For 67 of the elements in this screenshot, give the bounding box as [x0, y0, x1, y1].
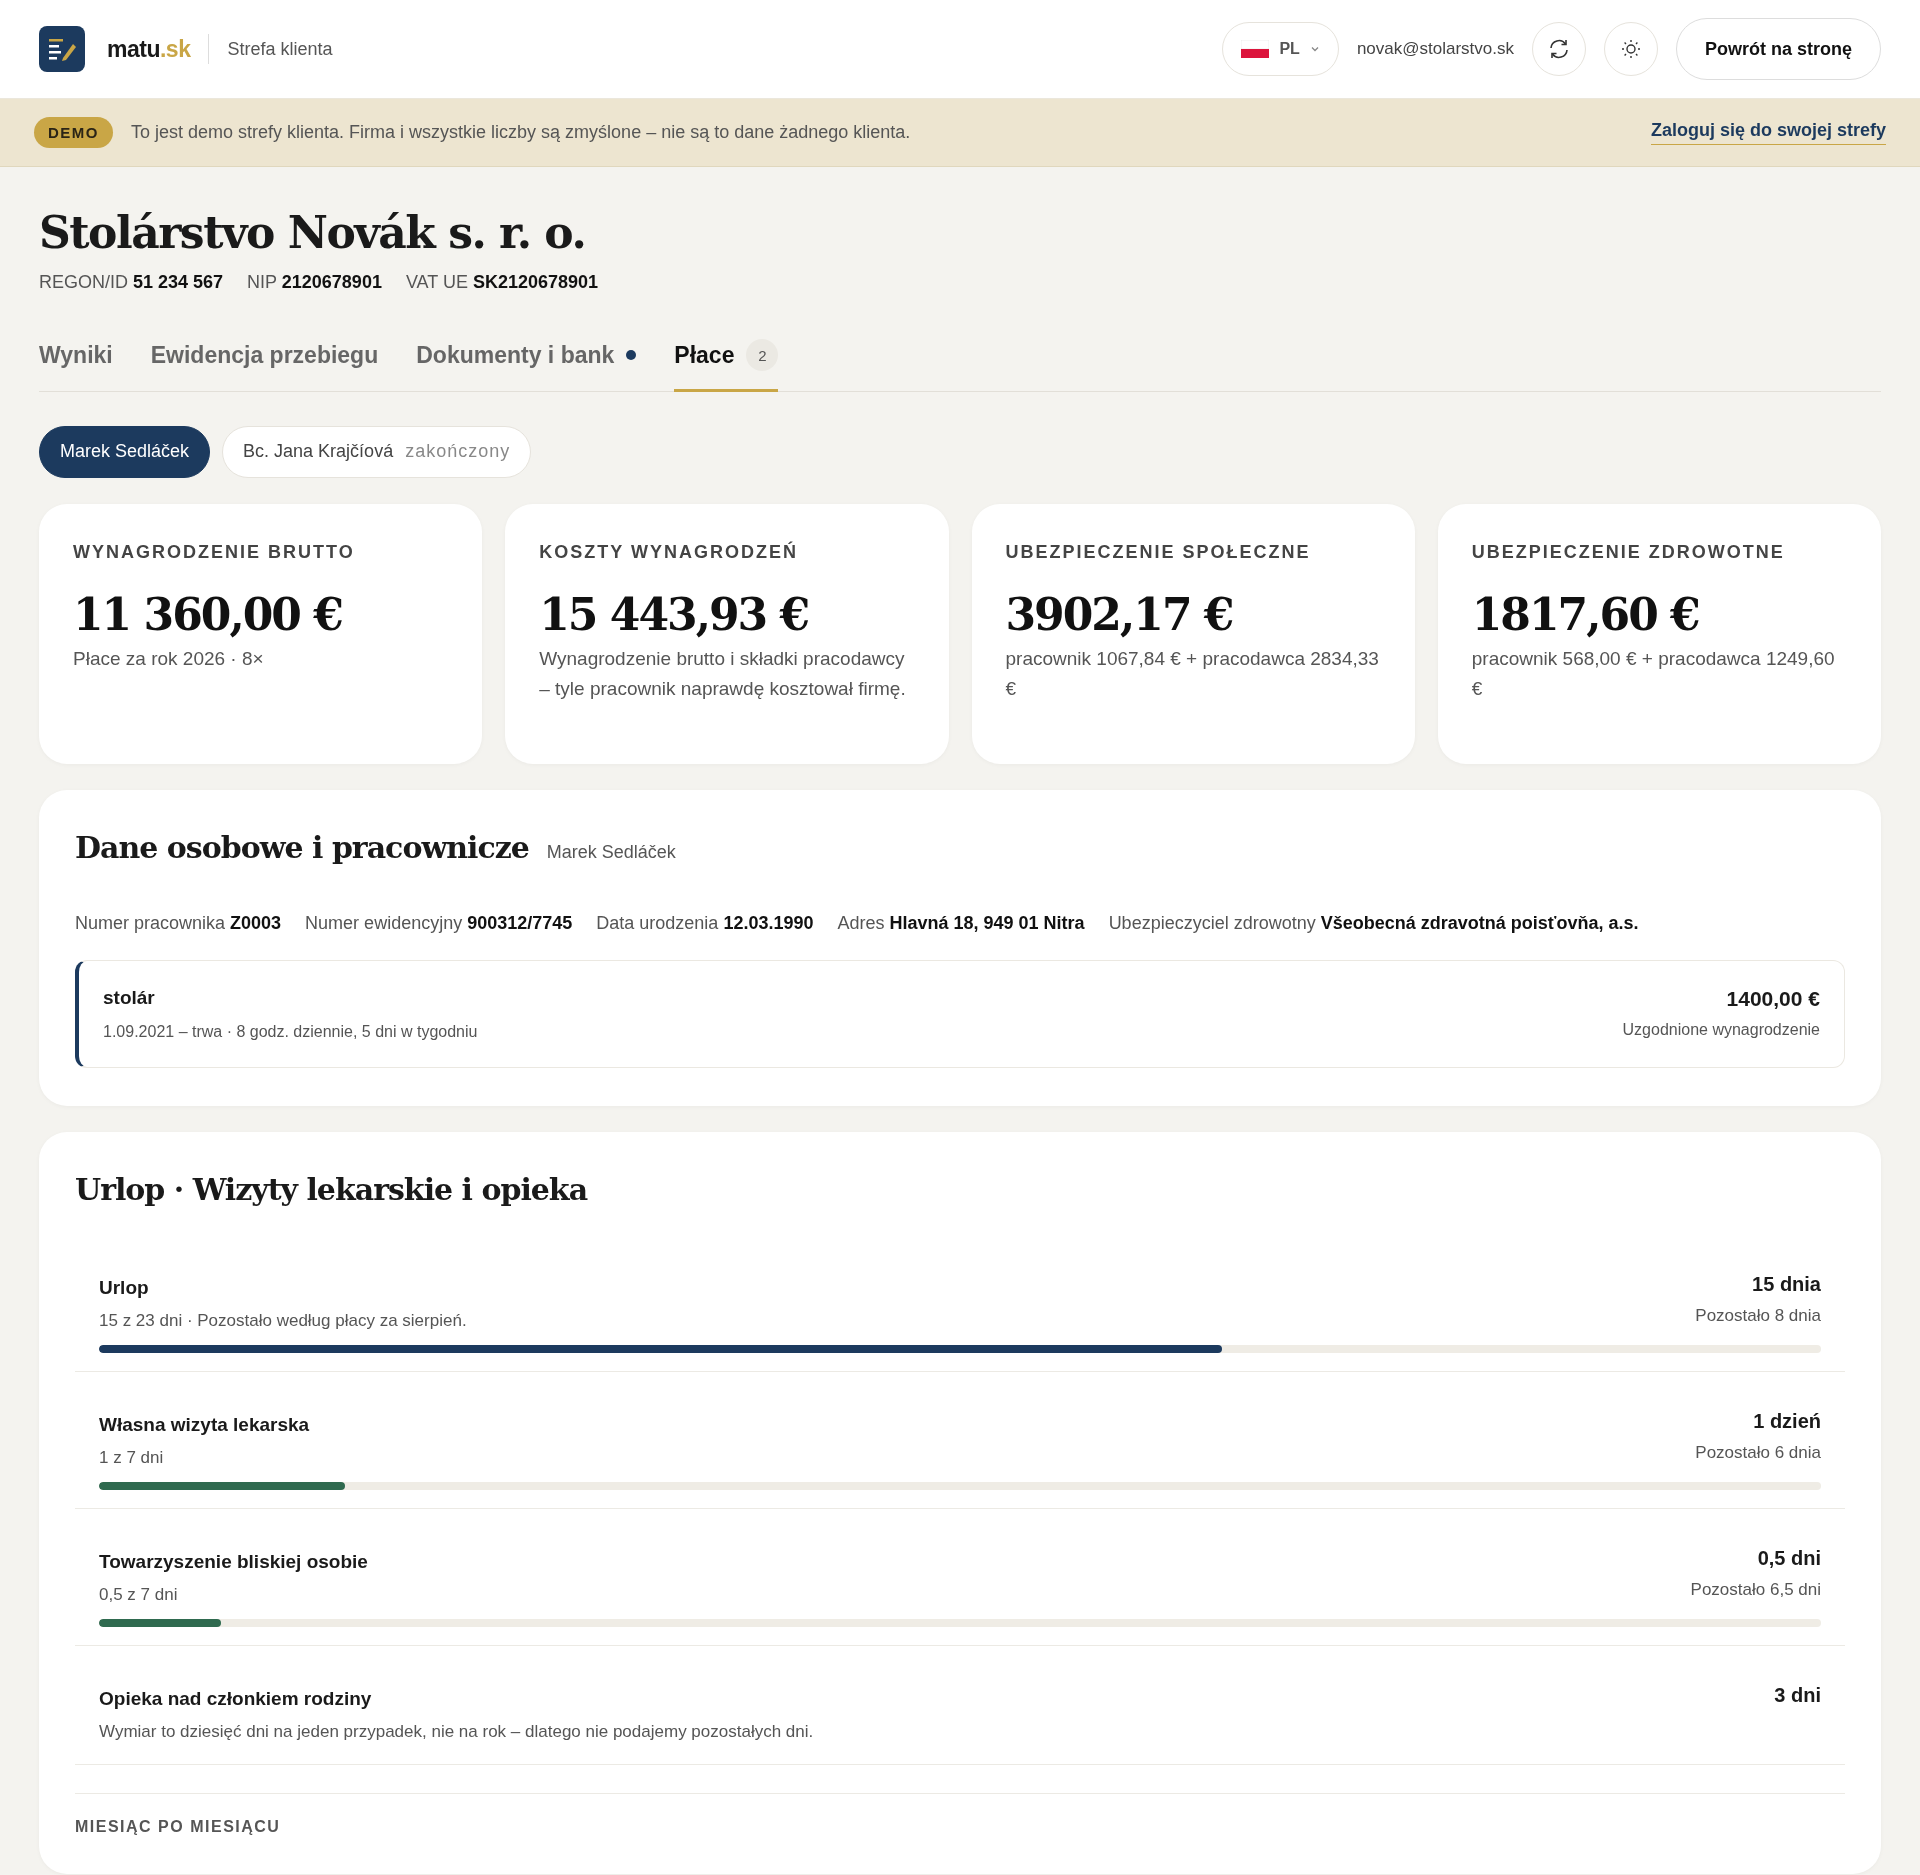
personal-field: Ubezpieczyciel zdrowotny Všeobecná zdravotná poisťovňa, a.s.	[1108, 912, 1639, 934]
leave-type: Towarzyszenie bliskiej osobie	[99, 1550, 368, 1573]
position-title: stolár	[103, 986, 156, 1009]
company-identifier: VAT UE SK2120678901	[405, 272, 599, 293]
chevron-down-icon	[1309, 44, 1320, 54]
leave-type: Urlop	[99, 1276, 150, 1299]
salary-label: Uzgodnione wynagrodzenie	[1622, 1020, 1820, 1039]
remaining-label: Pozostało 6,5 dni	[1690, 1579, 1821, 1600]
leave-value: 3 dni	[1774, 1683, 1821, 1707]
leave-type: Własna wizyta lekarska	[99, 1413, 310, 1436]
personal-field: Data urodzenia 12.03.1990	[596, 912, 814, 934]
card-value: 11 360,00 €	[73, 588, 343, 640]
company-name: Stolárstvo Novák s. r. o.	[39, 207, 587, 258]
card-value: 1817,60 €	[1471, 588, 1700, 640]
salary-amount: 1400,00 €	[1725, 986, 1820, 1011]
theme-toggle-button[interactable]	[1604, 22, 1658, 76]
section-heading: MIESIĄC PO MIESIĄCU	[75, 1792, 1845, 1836]
brand-name: matu.sk	[107, 35, 191, 63]
leave-detail: 1 z 7 dni	[99, 1447, 165, 1468]
remaining-label: Pozostało 6 dnia	[1695, 1442, 1821, 1463]
leave-value: 0,5 dni	[1756, 1546, 1821, 1570]
leave-type: Opieka nad członkiem rodziny	[99, 1687, 373, 1710]
count-badge: 2	[746, 339, 779, 371]
sun-icon	[1620, 38, 1642, 60]
tab[interactable]: Płace 2	[674, 329, 779, 392]
leave-detail: 0,5 z 7 dni	[99, 1584, 179, 1605]
tab[interactable]: Wyniki	[39, 329, 113, 392]
card-value: 3902,17 €	[1005, 588, 1234, 640]
card-label: UBEZPIECZENIE ZDROWOTNE	[1471, 541, 1786, 563]
flag-icon	[1241, 40, 1270, 58]
tab[interactable]: Ewidencja przebiegu	[150, 329, 379, 392]
remaining-label: Pozostało 8 dnia	[1695, 1305, 1821, 1326]
leave-detail: 15 z 23 dni · Pozostało według płacy za sierpień.	[99, 1310, 467, 1331]
language-select[interactable]: PL	[1222, 22, 1339, 76]
card-label: WYNAGRODZENIE BRUTTO	[73, 541, 356, 563]
tab[interactable]: Dokumenty i bank	[416, 329, 637, 392]
employee-chip[interactable]: Bc. Jana Krajčíová zakończony	[222, 425, 532, 478]
employee-chip[interactable]: Marek Sedláček	[39, 425, 211, 478]
contract-details: 1.09.2021 – trwa · 8 godz. dziennie, 5 dni w tygodniu	[103, 1022, 478, 1041]
personal-field: Adres Hlavná 18, 949 01 Nitra	[837, 912, 1085, 934]
card-label: KOSZTY WYNAGRODZEŃ	[539, 541, 799, 563]
section-label: Strefa klienta	[208, 34, 333, 64]
panel-title: Urlop · Wizyty lekarskie i opieka	[75, 1171, 589, 1207]
company-identifier: REGON/ID 51 234 567	[39, 272, 224, 293]
card-value: 15 443,93 €	[539, 588, 810, 640]
card-label: UBEZPIECZENIE SPOŁECZNE	[1005, 541, 1312, 563]
leave-value: 1 dzień	[1752, 1409, 1821, 1433]
personal-field: Numer ewidencyjny 900312/7745	[305, 912, 573, 934]
card-note: pracownik 568,00 € + pracodawca 1249,60 €	[1471, 646, 1836, 701]
logo-icon[interactable]	[39, 26, 85, 72]
refresh-icon	[1547, 37, 1571, 61]
demo-badge: DEMO	[34, 117, 113, 148]
status-label: zakończony	[405, 441, 511, 462]
panel-subtitle: Marek Sedláček	[546, 841, 676, 863]
card-note: pracownik 1067,84 € + pracodawca 2834,33 €	[1005, 646, 1380, 701]
leave-detail: Wymiar to dziesięć dni na jeden przypadek, nie na rok – dlatego nie podajemy pozostałych dni.	[99, 1721, 814, 1742]
refresh-button[interactable]	[1532, 22, 1586, 76]
panel-title: Dane osobowe i pracownicze	[75, 829, 529, 865]
card-note: Wynagrodzenie brutto i składki pracodawcy – tyle pracownik naprawdę kosztował firmę.	[539, 646, 907, 701]
leave-value: 15 dnia	[1751, 1272, 1821, 1296]
login-link[interactable]: Zaloguj się do swojej strefy	[1650, 120, 1886, 145]
card-note: Płace za rok 2026 · 8×	[73, 646, 265, 671]
banner-text: To jest demo strefy klienta. Firma i wszystkie liczby są zmyślone – nie są to dane żadnego klienta.	[131, 122, 911, 143]
personal-field: Numer pracownika Z0003	[75, 912, 282, 934]
company-identifier: NIP 2120678901	[247, 272, 382, 293]
back-button[interactable]: Powrót na stronę	[1676, 18, 1881, 80]
user-email: novak@stolarstvo.sk	[1356, 39, 1514, 59]
